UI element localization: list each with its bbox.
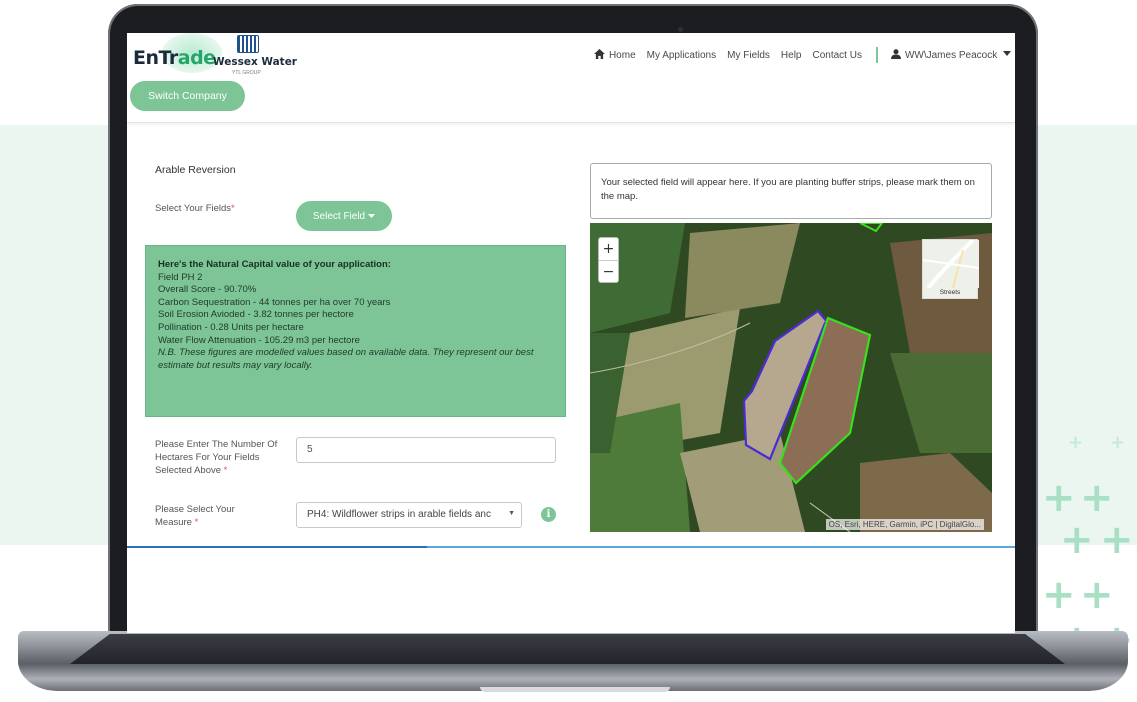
nav-separator [875,47,878,63]
info-icon[interactable]: i [541,507,556,522]
section-title: Arable Reversion [155,164,236,176]
home-icon [593,49,605,59]
select-fields-label-text: Select Your Fields [155,203,232,214]
natural-capital-line: Soil Erosion Avioded - 3.82 tonnes per h… [158,309,354,321]
switch-company-button[interactable]: Switch Company [130,81,245,111]
select-fields-label: Select Your Fields* [155,202,235,215]
map-zoom-control: + − [598,237,619,283]
plus-decoration: + [1100,517,1134,563]
partner-logo-subtext: YTL GROUP [232,70,261,76]
caret-down-icon [1003,51,1011,56]
basemap-toggle[interactable]: Streets [922,238,980,299]
user-icon [890,49,901,59]
plus-decoration: + [1080,572,1114,618]
measure-select-value: PH4: Wildflower strips in arable fields … [307,509,491,520]
natural-capital-line: Overall Score - 90.70% [158,284,257,296]
caret-down-icon [368,213,376,218]
entrade-logo-text: EnTr [133,47,178,69]
user-menu[interactable]: WW\James Peacock [890,49,1011,61]
camera [678,27,683,32]
zoom-in-icon[interactable]: + [599,238,618,260]
hectares-label-text: Please Enter The Number Of Hectares For … [155,439,278,476]
plus-decoration: + [1042,572,1076,618]
basemap-label: Streets [939,289,961,296]
hectares-label: Please Enter The Number Of Hectares For … [155,438,280,477]
plus-decoration: + [1060,517,1094,563]
section-divider-accent [127,546,427,548]
measure-label: Please Select Your Measure * [155,503,265,529]
natural-capital-box: Here's the Natural Capital value of your… [145,245,566,417]
nav-home[interactable]: Home [593,49,636,61]
select-field-button[interactable]: Select Field [296,201,392,231]
natural-capital-note: N.B. These figures are modelled values b… [158,347,534,371]
select-field-label: Select Field [312,210,366,222]
streets-thumbnail [922,238,980,290]
natural-capital-line: Pollination - 0.28 Units per hectare [158,321,304,333]
required-marker: * [231,203,235,214]
nav-help[interactable]: Help [781,50,802,61]
caret-down-icon: ▼ [508,510,515,517]
hectares-input[interactable]: 5 [296,437,556,463]
required-marker: * [194,517,199,528]
natural-capital-line: Carbon Sequestration - 44 tonnes per ha … [158,296,391,308]
natural-capital-line: Field PH 2 [158,271,203,283]
nav-my-fields[interactable]: My Fields [727,50,770,61]
top-nav: Home My Applications My Fields Help Cont… [583,47,1011,63]
natural-capital-title: Here's the Natural Capital value of your… [158,259,391,270]
partner-logo-text: Wessex Water [213,56,297,68]
measure-select[interactable]: PH4: Wildflower strips in arable fields … [296,502,522,528]
required-marker: * [223,465,228,476]
satellite-map[interactable]: + − Streets OS, Esri, HERE, Garmin, iPC … [590,223,992,532]
laptop-notch [480,687,670,692]
map-notice: Your selected field will appear here. If… [590,163,992,219]
plus-decoration: + [1080,475,1114,521]
zoom-out-icon[interactable]: − [599,260,618,282]
user-name: WW\James Peacock [904,50,998,61]
nav-home-label: Home [608,50,636,61]
app-header: EnTrade Wessex Water YTL GROUP Switch Co… [127,33,1015,123]
plus-decoration: + [1068,432,1084,453]
nav-my-applications[interactable]: My Applications [647,50,716,61]
natural-capital-line: Water Flow Attenuation - 105.29 m3 per h… [158,334,360,346]
wessex-water-icon [237,35,259,53]
entrade-logo[interactable]: EnTrade [133,47,216,69]
nav-contact-us[interactable]: Contact Us [813,50,862,61]
plus-decoration: + [1110,432,1126,453]
laptop-keyboard [70,634,1065,664]
app-screen: EnTrade Wessex Water YTL GROUP Switch Co… [127,33,1015,633]
map-attribution: OS, Esri, HERE, Garmin, iPC | DigitalGlo… [825,519,984,530]
entrade-logo-accent: ade [177,47,216,69]
plus-decoration: + [1042,475,1076,521]
